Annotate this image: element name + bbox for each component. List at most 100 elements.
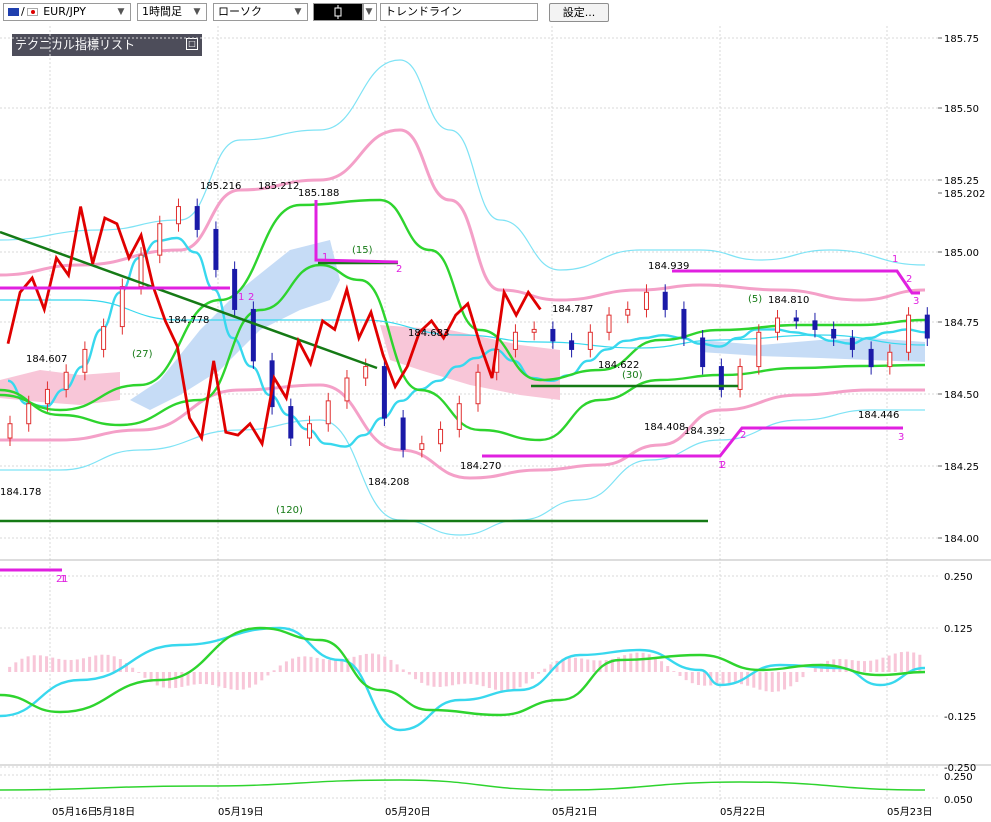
macd-histogram-bar: [432, 672, 436, 687]
macd-histogram-bar: [573, 657, 577, 672]
macd-histogram-bar: [364, 653, 368, 672]
candle-body: [831, 328, 837, 339]
macd-histogram-bar: [543, 668, 547, 672]
wave-label: 3: [913, 296, 919, 307]
macd-histogram-bar: [893, 653, 897, 672]
macd-histogram-bar: [272, 670, 276, 672]
macd-histogram-bar: [303, 656, 307, 672]
x-tick-label: 05月20日: [385, 806, 430, 818]
wave-label: 2: [740, 430, 746, 441]
x-tick-label: 05月22日: [720, 806, 765, 818]
macd-histogram-bar: [457, 672, 461, 685]
price-label: 185.188: [298, 188, 339, 199]
candle-body: [325, 400, 331, 425]
macd-histogram-bar: [500, 672, 504, 691]
macd-histogram-bar: [414, 672, 418, 680]
candle-body: [569, 340, 575, 350]
price-label: 184.683: [408, 328, 449, 339]
candle-body: [924, 314, 930, 339]
macd-histogram-bar: [629, 653, 633, 672]
wave-label: 2: [720, 460, 726, 471]
macd-histogram-bar: [401, 669, 405, 672]
y-tick-label: 184.50: [944, 390, 979, 401]
macd-histogram-bar: [530, 672, 534, 679]
macd-histogram-bar: [51, 657, 55, 672]
macd-histogram-bar: [383, 656, 387, 672]
price-label: 184.446: [858, 410, 899, 421]
macd-histogram-bar: [106, 654, 110, 672]
macd-histogram-bar: [623, 655, 627, 672]
candle-body: [7, 423, 13, 439]
candle-body: [775, 317, 781, 333]
macd-histogram-bar: [131, 667, 135, 672]
candle-body: [456, 403, 462, 430]
macd-histogram-bar: [567, 657, 571, 672]
macd-tick-label: -0.125: [944, 712, 976, 723]
wave-label: 2: [396, 264, 402, 275]
candle-body: [756, 331, 762, 368]
macd-histogram-bar: [198, 672, 202, 684]
macd-histogram-bar: [690, 672, 694, 684]
macd-histogram-bar: [770, 672, 774, 692]
macd-histogram-bar: [260, 672, 264, 681]
candle-body: [849, 337, 855, 350]
macd-histogram-bar: [869, 660, 873, 672]
wave-label: 2: [248, 292, 254, 303]
x-tick-label: 05月23日: [887, 806, 932, 818]
candle-body: [232, 268, 238, 310]
macd-histogram-bar: [887, 655, 891, 672]
price-axis: 185.75 185.50 185.25 185.202 185.00 184.75 184…: [938, 34, 985, 806]
macd-histogram-bar: [174, 672, 178, 688]
price-label: 184.939: [648, 261, 689, 272]
macd-histogram-bar: [801, 672, 805, 678]
price-label: 184.178: [0, 487, 41, 498]
macd-histogram-bar: [856, 660, 860, 672]
signal-line: [0, 626, 926, 717]
macd-histogram-bar: [746, 672, 750, 686]
time-axis: 05月16日5月18日 05月19日 05月20日 05月21日 05月22日 05月23…: [52, 806, 932, 818]
macd-histogram-bar: [776, 672, 780, 692]
macd-histogram-bar: [266, 672, 270, 676]
candle-body: [119, 286, 125, 328]
price-label: 184.392: [684, 426, 725, 437]
macd-histogram-bar: [389, 659, 393, 672]
macd-histogram-bar: [696, 672, 700, 686]
candle-body: [419, 443, 425, 450]
macd-histogram-bar: [537, 672, 541, 674]
macd-histogram-bar: [8, 666, 12, 672]
macd-histogram-bar: [377, 654, 381, 672]
macd-histogram-bar: [32, 655, 36, 672]
macd-histogram-bar: [727, 672, 731, 684]
candle-body: [438, 428, 444, 445]
macd-histogram-bar: [672, 671, 676, 672]
macd-histogram-bar: [518, 672, 522, 688]
macd-histogram-bar: [112, 656, 116, 672]
price-chart[interactable]: 185.75 185.50 185.25 185.202 185.00 184.75 184…: [0, 0, 991, 822]
macd-histogram-bar: [20, 658, 24, 672]
macd-histogram-bar: [666, 666, 670, 672]
macd-histogram-bar: [438, 672, 442, 687]
candle-body: [194, 206, 200, 230]
macd-histogram-bar: [340, 659, 344, 672]
macd-histogram-bar: [291, 658, 295, 672]
price-label: 184.270: [460, 461, 501, 472]
lower-indicator-panel: [0, 779, 926, 791]
macd-histogram-bar: [906, 651, 910, 672]
macd-histogram-bar: [69, 659, 73, 672]
wave-label: 3: [898, 432, 904, 443]
candle-body: [63, 371, 69, 390]
macd-histogram-bar: [524, 672, 528, 684]
wave-label: 2: [906, 274, 912, 285]
y-tick-label: 184.00: [944, 534, 979, 545]
macd-histogram-bar: [75, 659, 79, 672]
macd-histogram-bar: [315, 657, 319, 672]
candle-body: [662, 291, 668, 310]
candle-body: [512, 331, 518, 350]
macd-histogram-bar: [881, 657, 885, 672]
price-label: 184.810: [768, 295, 809, 306]
macd-histogram-bar: [875, 659, 879, 672]
candle-body: [400, 417, 406, 450]
y-tick-label: 185.25: [944, 176, 979, 187]
macd-histogram-bar: [660, 661, 664, 672]
price-label: 184.607: [26, 354, 67, 365]
